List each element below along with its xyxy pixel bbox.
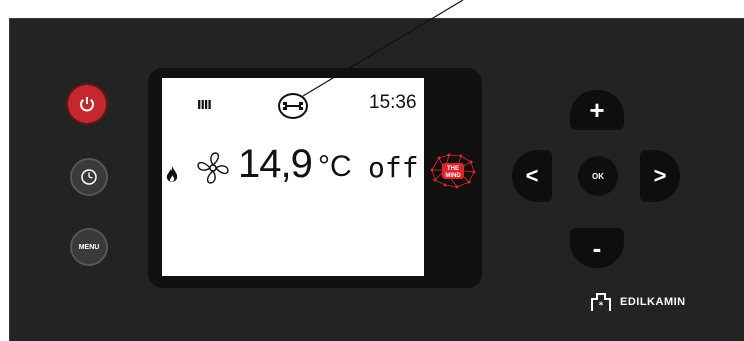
power-button[interactable] xyxy=(68,85,106,123)
ok-label: OK xyxy=(592,171,604,181)
status-indicator: IIII xyxy=(197,98,212,112)
power-icon xyxy=(80,97,94,112)
menu-label: MENU xyxy=(78,243,100,251)
brand-name: EDILKAMIN xyxy=(620,296,686,308)
temperature-unit: °C xyxy=(318,150,352,183)
chevron-left-icon: < xyxy=(525,163,539,188)
maintenance-indicator xyxy=(278,93,308,119)
plus-icon: + xyxy=(589,94,605,125)
logo-line2: MIND xyxy=(445,173,461,179)
flame-icon xyxy=(165,165,179,189)
minus-icon: - xyxy=(592,232,602,263)
edilkamin-logo-icon: * xyxy=(591,293,611,311)
ok-button[interactable]: OK xyxy=(578,156,618,196)
clock-button[interactable] xyxy=(70,158,108,196)
temperature-value: 14,9 xyxy=(238,142,313,186)
fan-icon xyxy=(195,150,231,190)
wrench-icon xyxy=(283,102,303,110)
menu-button[interactable]: MENU xyxy=(70,228,108,266)
brand-logo: * EDILKAMIN xyxy=(590,292,686,312)
svg-text:*: * xyxy=(599,301,604,311)
logo-line1: THE xyxy=(447,166,459,172)
chevron-right-icon: > xyxy=(653,163,667,188)
the-mind-logo: THE MIND xyxy=(430,153,476,189)
clock-icon xyxy=(81,169,97,185)
clock-time: 15:36 xyxy=(369,92,417,113)
stove-state: off xyxy=(368,151,419,184)
